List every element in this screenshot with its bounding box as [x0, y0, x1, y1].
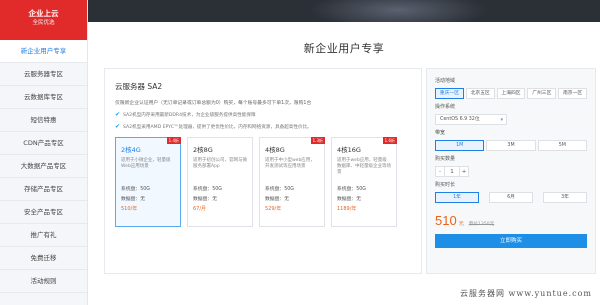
sidebar-header: 企业上云 全民优选 — [0, 0, 87, 40]
plan-system-disk: 系统盘：50G — [265, 187, 295, 192]
region-option-guangzhou[interactable]: 广州三区 — [527, 88, 557, 99]
original-price: 原价1350元 — [468, 222, 495, 227]
sidebar-item-security[interactable]: 安全产品专区 — [0, 201, 87, 224]
sidebar: 企业上云 全民优选 新企业用户专享 云服务器专区 云数据库专区 短信特惠 CDN… — [0, 0, 88, 305]
buy-now-button[interactable]: 立即购买 — [435, 234, 587, 248]
sidebar-item-cdn[interactable]: CDN产品专区 — [0, 132, 87, 155]
plan-data-disk: 数据盘：无 — [337, 197, 361, 202]
discount-badge: 1.3折 — [310, 137, 325, 144]
price-row: 510 元 原价1350元 — [435, 213, 587, 228]
plan-card-4c16g[interactable]: 1.6折 4核16G 适用于web应用，轻量级数据库、中轻量级企业等场景 系统盘… — [331, 137, 397, 227]
duration-option-6m[interactable]: 6月 — [489, 192, 533, 203]
plan-use-case: 适用于初创公司，官网与微服务部署App — [193, 158, 247, 169]
sidebar-item-bigdata[interactable]: 大数据产品专区 — [0, 155, 87, 178]
plan-data-disk: 数据盘：无 — [265, 197, 289, 202]
discount-badge: 1.4折 — [166, 137, 181, 144]
check-icon: ✔ — [115, 123, 121, 130]
plan-card-2c4g[interactable]: 1.4折 2核4G 适用于小微企业，轻量级Web应用场景 系统盘：50G 数据盘… — [115, 137, 181, 227]
region-option-chongqing[interactable]: 重庆一区 — [435, 88, 464, 99]
bandwidth-option-1m[interactable]: 1M — [435, 140, 485, 151]
plan-data-disk: 数据盘：无 — [193, 197, 217, 202]
sidebar-item-storage[interactable]: 存储产品专区 — [0, 178, 87, 201]
discount-badge: 1.6折 — [382, 137, 397, 144]
total-price: 510 — [435, 213, 457, 228]
top-banner — [88, 0, 600, 22]
plan-price: 1189/年 — [337, 206, 357, 212]
plan-price: 67/月 — [193, 206, 207, 212]
os-select[interactable]: CentOS 6.9 32位 ▾ — [435, 114, 507, 125]
sidebar-item-rules[interactable]: 活动规则 — [0, 270, 87, 293]
plan-spec: 2核4G — [121, 146, 141, 154]
sidebar-header-subtitle: 全民优选 — [32, 20, 55, 26]
bandwidth-label: 带宽 — [435, 130, 446, 136]
quantity-label: 购买数量 — [435, 156, 456, 162]
product-card: 云服务器 SA2 仅限新企业认证用户（无订单记录或订单总额为0）购买，每个账号最… — [104, 68, 422, 274]
quantity-decrease-button[interactable]: - — [435, 166, 445, 177]
plan-use-case: 适用于小微企业，轻量级Web应用场景 — [121, 158, 171, 169]
plan-price: 529/年 — [265, 206, 282, 212]
feature-text: SA2机型内存采用最新DDR4技术，为企业级服务提供高性能保障 — [123, 112, 256, 118]
plan-spec: 4核16G — [337, 146, 361, 154]
plan-system-disk: 系统盘：50G — [337, 187, 367, 192]
plan-use-case: 适用于中小型web应用，开发测试等应用场景 — [265, 158, 315, 169]
check-icon: ✔ — [115, 111, 121, 118]
duration-options: 1年 6月 3年 — [435, 192, 587, 203]
sidebar-item-referral[interactable]: 推广有礼 — [0, 224, 87, 247]
duration-label: 购买时长 — [435, 182, 456, 188]
plan-price: 510/年 — [121, 206, 138, 212]
plan-system-disk: 系统盘：50G — [121, 187, 151, 192]
sidebar-header-title: 企业上云 — [28, 9, 59, 18]
plan-card-4c8g[interactable]: 1.3折 4核8G 适用于中小型web应用，开发测试等应用场景 系统盘：50G … — [259, 137, 325, 227]
region-option-shanghai[interactable]: 上海四区 — [496, 88, 526, 99]
quantity-input[interactable]: 1 — [445, 166, 459, 177]
plan-list: 1.4折 2核4G 适用于小微企业，轻量级Web应用场景 系统盘：50G 数据盘… — [115, 137, 411, 227]
plan-card-2c8g[interactable]: 2核8G 适用于初创公司，官网与微服务部署App 系统盘：50G 数据盘：无 6… — [187, 137, 253, 227]
product-description: 仅限新企业认证用户（无订单记录或订单总额为0）购买，每个账号最多可下单1次，限购… — [115, 101, 312, 106]
watermark: 云服务器网 www.yuntue.com — [459, 289, 592, 298]
quantity-stepper: - 1 + — [435, 166, 587, 177]
price-currency: 元 — [458, 221, 464, 227]
config-panel: 活动地域 重庆一区 北京五区 上海四区 广州三区 南京一区 操作系统 CentO… — [426, 68, 596, 274]
page-title: 新企业用户专享 — [303, 42, 385, 55]
plan-use-case: 适用于web应用，轻量级数据库、中轻量级企业等场景 — [337, 158, 391, 175]
os-select-value: CentOS 6.9 32位 — [440, 117, 480, 122]
duration-option-1y[interactable]: 1年 — [435, 192, 479, 203]
plan-spec: 2核8G — [193, 146, 213, 154]
os-label: 操作系统 — [435, 104, 456, 110]
plan-spec: 4核8G — [265, 146, 285, 154]
bandwidth-option-3m[interactable]: 3M — [486, 140, 536, 151]
sidebar-item-migration[interactable]: 免费迁移 — [0, 247, 87, 270]
plan-system-disk: 系统盘：50G — [193, 187, 223, 192]
feature-text: SA2机型采用AMD EPYC™处理器，提供了更优性价比，内存和网络资源，具备超… — [123, 124, 312, 130]
chevron-down-icon: ▾ — [500, 117, 503, 123]
region-label: 活动地域 — [435, 78, 456, 84]
feature-item: ✔ SA2机型内存采用最新DDR4技术，为企业级服务提供高性能保障 — [115, 111, 411, 118]
region-options: 重庆一区 北京五区 上海四区 广州三区 南京一区 — [435, 88, 587, 99]
bandwidth-options: 1M 3M 5M — [435, 140, 587, 151]
bandwidth-option-5m[interactable]: 5M — [537, 140, 587, 151]
plan-data-disk: 数据盘：无 — [121, 197, 145, 202]
sidebar-item-new-enterprise[interactable]: 新企业用户专享 — [0, 40, 87, 63]
sidebar-item-cloud-database[interactable]: 云数据库专区 — [0, 86, 87, 109]
product-name: 云服务器 SA2 — [115, 82, 163, 91]
region-option-beijing[interactable]: 北京五区 — [465, 88, 495, 99]
region-option-nanjing[interactable]: 南京一区 — [558, 88, 587, 99]
duration-option-3y[interactable]: 3年 — [543, 192, 587, 203]
quantity-increase-button[interactable]: + — [459, 166, 469, 177]
sidebar-item-cloud-server[interactable]: 云服务器专区 — [0, 63, 87, 86]
feature-item: ✔ SA2机型采用AMD EPYC™处理器，提供了更优性价比，内存和网络资源，具… — [115, 123, 411, 130]
sidebar-item-sms[interactable]: 短信特惠 — [0, 109, 87, 132]
